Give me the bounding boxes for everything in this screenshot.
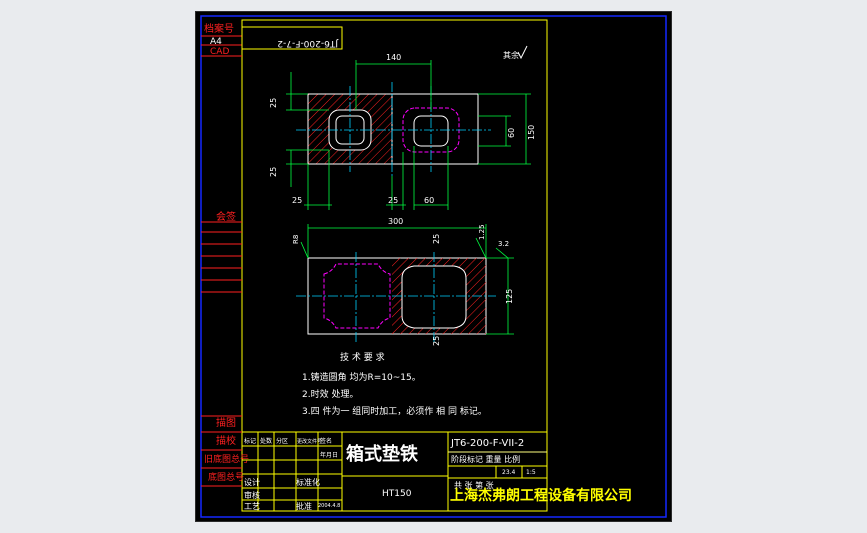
sign-row-process: 工艺 xyxy=(244,502,260,511)
stage-row: 阶段标记 重量 比例 xyxy=(451,454,520,464)
dim-right-60: 60 xyxy=(507,128,516,138)
dim-right-150: 150 xyxy=(527,125,536,140)
dim-front-25-bottom: 25 xyxy=(432,336,441,346)
top-code-text: JT6-200-F-7-2 xyxy=(277,38,339,48)
cad-label: CAD xyxy=(210,47,229,57)
size-label: A4 xyxy=(210,37,222,47)
sign-row-standard: 标准化 xyxy=(296,477,320,487)
part-name: 箱式垫铁 xyxy=(346,443,418,465)
material-value: HT150 xyxy=(382,489,412,499)
cad-drawing: 档案号 A4 CAD 会签 描图 描校 旧底图总号 底图总号 JT6-200-F… xyxy=(200,15,667,518)
company-name: 上海杰弗朗工程设备有限公司 xyxy=(450,487,632,504)
sign-row-0-2: 分区 xyxy=(276,437,288,445)
notes-title: 技 术 要 求 xyxy=(340,351,385,363)
sign-row-0-5: 年月日 xyxy=(320,451,338,459)
front-view xyxy=(296,252,496,342)
dim-bottom-25-a: 25 xyxy=(292,196,302,205)
top-view xyxy=(296,82,491,176)
dim-front-300: 300 xyxy=(388,217,403,226)
dim-bottom-25-b: 25 xyxy=(388,196,398,205)
old-base-no-label: 旧底图总号 xyxy=(204,453,249,465)
sign-row-design: 设计 xyxy=(244,477,260,487)
base-no-label: 底图总号 xyxy=(208,471,244,483)
dim-left-25-bottom: 25 xyxy=(269,167,278,177)
sign-row-0: 标记 xyxy=(244,437,256,445)
roughness-symbol xyxy=(517,45,528,60)
scale-value: 1:5 xyxy=(526,469,536,476)
check-proof-label: 描校 xyxy=(216,434,236,447)
dim-left-r: R8 xyxy=(292,235,300,244)
sign-row-approve: 批准 xyxy=(296,501,312,511)
sign-row-0-1: 处数 xyxy=(260,437,272,445)
cad-viewport[interactable]: 档案号 A4 CAD 会签 描图 描校 旧底图总号 底图总号 JT6-200-F… xyxy=(196,12,671,521)
drawing-no: JT6-200-F-VII-2 xyxy=(450,438,524,449)
note-item-1: 1.铸造圆角 均为R=10~15。 xyxy=(302,371,421,383)
note-item-2: 2.时效 处理。 xyxy=(302,388,358,400)
signature-label: 会签 xyxy=(216,210,236,223)
dim-right-r: 3.2 xyxy=(498,240,509,248)
dim-bottom-60: 60 xyxy=(424,196,434,205)
weight-value: 23.4 xyxy=(502,469,516,476)
dim-top-width: 140 xyxy=(386,53,401,62)
dim-right-125: 125 xyxy=(505,289,514,304)
archive-no-label: 档案号 xyxy=(204,22,234,35)
roughness-note: 其余 xyxy=(503,50,519,60)
sign-row-review: 审核 xyxy=(244,490,260,500)
sign-row-0-3: 更改文件号 xyxy=(297,438,322,445)
sign-row-0-4: 签名 xyxy=(320,437,332,445)
check-drawing-label: 描图 xyxy=(216,416,236,429)
dim-chamfer: 1.25 xyxy=(478,224,486,240)
dim-front-25-top: 25 xyxy=(432,234,441,244)
note-item-3: 3.四 件为一 组同时加工，必须作 相 同 标记。 xyxy=(302,405,487,417)
sign-date: 2004.4.8 xyxy=(318,503,340,509)
dim-left-25-top: 25 xyxy=(269,98,278,108)
